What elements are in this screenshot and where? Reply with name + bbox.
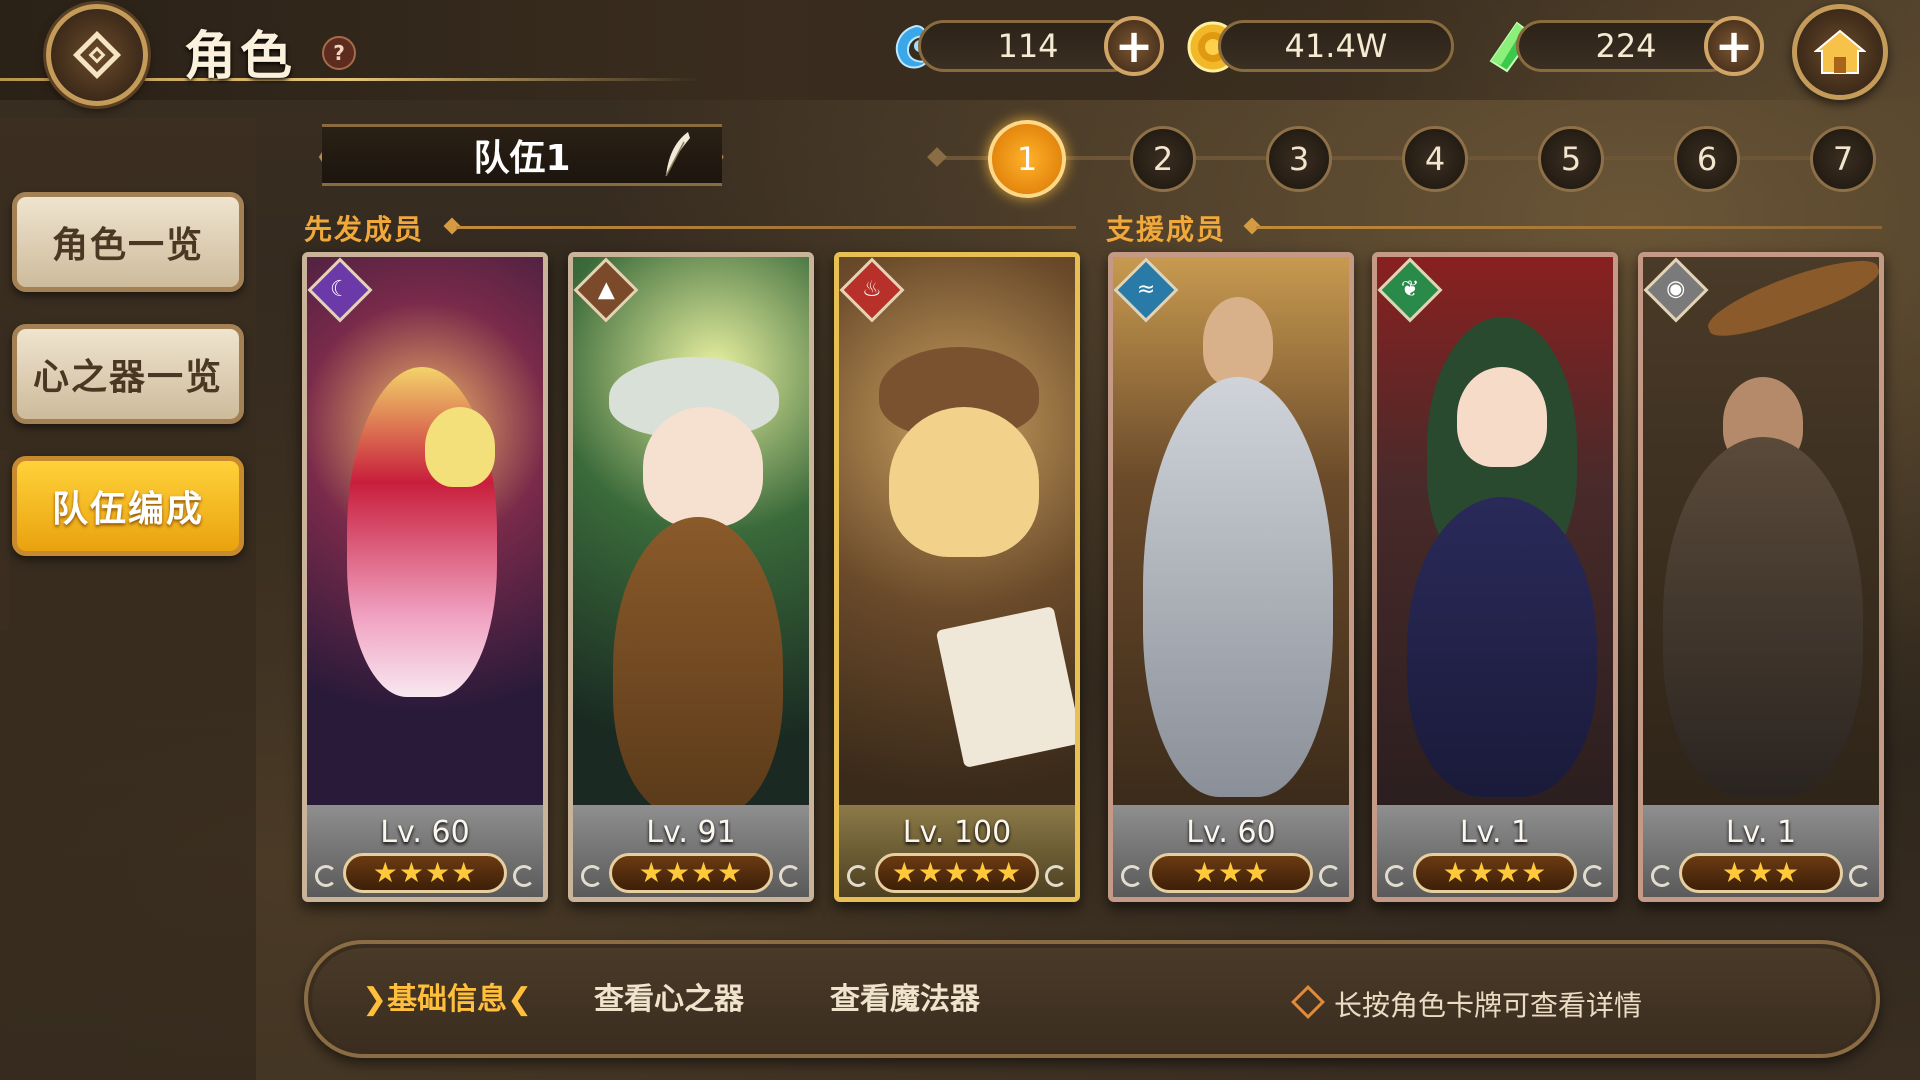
character-portrait <box>307 257 543 817</box>
sidebar-edge <box>0 450 10 630</box>
tab-arrow-right-icon: ❮ <box>507 982 533 1017</box>
card-level: Lv. 1 <box>1459 815 1531 850</box>
home-icon <box>1814 29 1866 74</box>
card-stars: ★★★ <box>1149 853 1313 893</box>
character-card-2[interactable]: ▲ Lv. 91 ★★★★ <box>568 252 814 902</box>
support-divider <box>1256 226 1882 229</box>
scroll-ornament-icon <box>1121 865 1143 887</box>
sidebar-item-character-list[interactable]: 角色一览 <box>12 192 244 292</box>
scroll-ornament-icon <box>581 865 603 887</box>
card-stars: ★★★ <box>1679 853 1843 893</box>
team-page-3[interactable]: 3 <box>1266 126 1332 192</box>
card-footer: Lv. 60 ★★★ <box>1113 805 1349 897</box>
team-name-label: 队伍1 <box>473 138 571 179</box>
team-page-label: 5 <box>1560 140 1582 178</box>
page-title: 角色 <box>184 27 297 87</box>
plus-icon: + <box>1714 19 1754 73</box>
team-page-label: 4 <box>1424 140 1446 178</box>
team-page-label: 7 <box>1832 140 1854 178</box>
scroll-ornament-icon <box>1583 865 1605 887</box>
card-stars: ★★★★ <box>343 853 507 893</box>
character-portrait <box>573 257 809 817</box>
sidebar-item-heart-vessel-list[interactable]: 心之器一览 <box>12 324 244 424</box>
tab-basic-info[interactable]: ❯基础信息❮ <box>362 974 532 1018</box>
card-stars: ★★★★ <box>1413 853 1577 893</box>
currency-value-gem: 224 <box>1595 27 1657 65</box>
character-card-4[interactable]: ≈ Lv. 60 ★★★ <box>1108 252 1354 902</box>
currency-pill-gem: 224 <box>1516 20 1736 72</box>
card-level: Lv. 1 <box>1725 815 1797 850</box>
currency-value-coin: 41.4W <box>1284 27 1388 65</box>
character-card-5[interactable]: ❦ Lv. 1 ★★★★ <box>1372 252 1618 902</box>
card-footer: Lv. 1 ★★★★ <box>1377 805 1613 897</box>
card-footer: Lv. 100 ★★★★★ <box>839 805 1075 897</box>
sidebar-item-label: 心之器一览 <box>32 357 223 398</box>
scroll-ornament-icon <box>1849 865 1871 887</box>
character-portrait <box>1113 257 1349 817</box>
home-button[interactable] <box>1792 4 1888 100</box>
team-page-7[interactable]: 7 <box>1810 126 1876 192</box>
card-stars: ★★★★ <box>609 853 773 893</box>
tab-label: 基础信息 <box>387 982 508 1017</box>
add-orb-button[interactable]: + <box>1104 16 1164 76</box>
tab-view-magic-device[interactable]: 查看魔法器 <box>830 974 980 1018</box>
card-footer: Lv. 60 ★★★★ <box>307 805 543 897</box>
character-portrait <box>1643 257 1879 817</box>
sidebar-item-team-formation[interactable]: 队伍编成 <box>12 456 244 556</box>
sidebar-item-label: 队伍编成 <box>51 489 204 530</box>
bottom-bar <box>304 940 1880 1058</box>
scroll-ornament-icon <box>1651 865 1673 887</box>
team-page-2[interactable]: 2 <box>1130 126 1196 192</box>
add-gem-button[interactable]: + <box>1704 16 1764 76</box>
quill-edit-icon[interactable] <box>662 130 692 178</box>
scroll-ornament-icon <box>513 865 535 887</box>
back-button[interactable] <box>46 4 148 106</box>
character-portrait <box>1377 257 1613 817</box>
team-page-label: 1 <box>1016 140 1038 178</box>
card-level: Lv. 91 <box>646 815 736 850</box>
team-page-label: 6 <box>1696 140 1718 178</box>
character-card-3[interactable]: ♨ Lv. 100 ★★★★★ <box>834 252 1080 902</box>
tab-view-heart-vessel[interactable]: 查看心之器 <box>594 974 744 1018</box>
character-card-6[interactable]: ◉ Lv. 1 ★★★ <box>1638 252 1884 902</box>
scroll-ornament-icon <box>1045 865 1067 887</box>
character-portrait <box>839 257 1075 817</box>
team-page-label: 2 <box>1152 140 1174 178</box>
currency-value-orb: 114 <box>997 27 1059 65</box>
starters-section-label: 先发成员 <box>304 213 425 246</box>
tab-label: 查看魔法器 <box>830 982 980 1017</box>
tab-arrow-left-icon: ❯ <box>362 982 388 1017</box>
sidebar-item-label: 角色一览 <box>51 225 204 266</box>
team-page-4[interactable]: 4 <box>1402 126 1468 192</box>
scroll-ornament-icon <box>779 865 801 887</box>
scroll-ornament-icon <box>1385 865 1407 887</box>
support-section-label: 支援成员 <box>1106 213 1227 246</box>
scroll-ornament-icon <box>847 865 869 887</box>
card-stars: ★★★★★ <box>875 853 1039 893</box>
scroll-ornament-icon <box>1319 865 1341 887</box>
card-level: Lv. 60 <box>1186 815 1276 850</box>
team-page-5[interactable]: 5 <box>1538 126 1604 192</box>
card-footer: Lv. 1 ★★★ <box>1643 805 1879 897</box>
starters-divider <box>456 226 1076 229</box>
currency-pill-coin: 41.4W <box>1218 20 1454 72</box>
scroll-ornament-icon <box>315 865 337 887</box>
card-level: Lv. 100 <box>902 815 1012 850</box>
plus-icon: + <box>1114 19 1154 73</box>
diamond-back-icon <box>72 30 122 80</box>
tab-label: 查看心之器 <box>594 982 744 1017</box>
card-footer: Lv. 91 ★★★★ <box>573 805 809 897</box>
card-level: Lv. 60 <box>380 815 470 850</box>
long-press-hint: 长按角色卡牌可查看详情 <box>1334 989 1643 1022</box>
team-page-6[interactable]: 6 <box>1674 126 1740 192</box>
team-page-label: 3 <box>1288 140 1310 178</box>
team-page-1[interactable]: 1 <box>988 120 1066 198</box>
page-selector-lead-diamond <box>927 147 947 167</box>
character-card-1[interactable]: ☾ Lv. 60 ★★★★ <box>302 252 548 902</box>
help-icon[interactable]: ? <box>322 36 356 70</box>
